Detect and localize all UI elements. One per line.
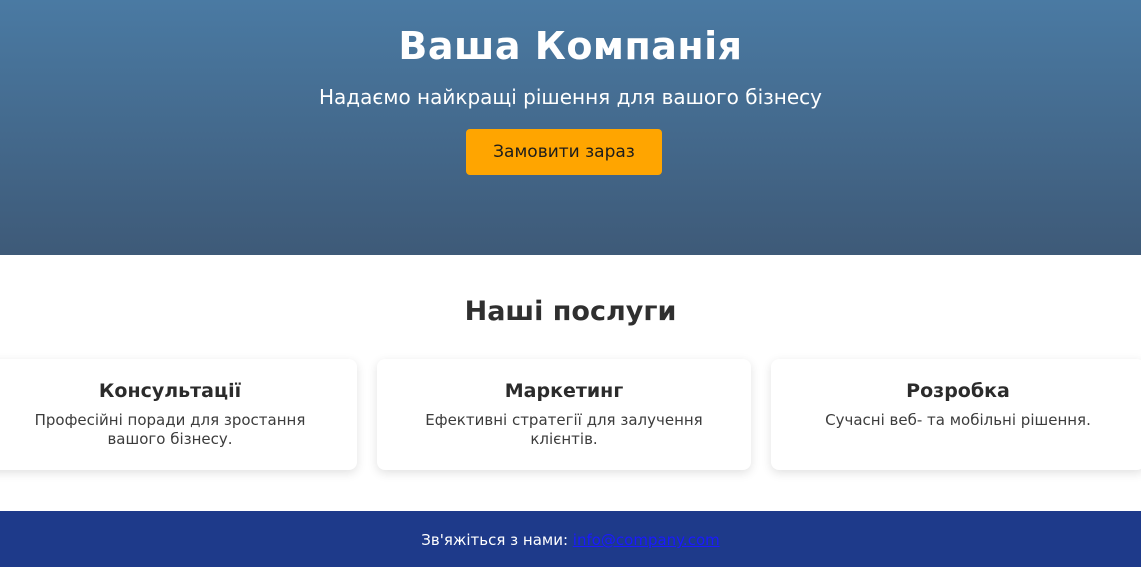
service-card-development: Розробка Сучасні веб- та мобільні рішенн… [771,359,1141,470]
footer: Зв'яжіться з нами: info@company.com [0,511,1141,567]
order-now-button[interactable]: Замовити зараз [466,129,662,175]
service-card-description: Сучасні веб- та мобільні рішення. [825,411,1091,429]
service-card-title: Розробка [906,380,1010,402]
service-card-description: Ефективні стратегії для залучення клієнт… [425,411,703,448]
contact-email-link[interactable]: info@company.com [573,531,720,549]
service-card-description: Професійні поради для зростання вашого б… [34,411,306,448]
service-card-consulting: Консультації Професійні поради для зрост… [0,359,357,470]
hero-title: Ваша Компанія [398,24,743,68]
service-card-marketing: Маркетинг Ефективні стратегії для залуче… [377,359,751,470]
hero-subtitle: Надаємо найкращі рішення для вашого бізн… [319,85,822,109]
hero-section: Ваша Компанія Надаємо найкращі рішення д… [0,0,1141,255]
services-title: Наші послуги [464,296,677,327]
service-card-title: Консультації [98,380,242,402]
service-card-title: Маркетинг [504,380,624,402]
contact-label: Зв'яжіться з нами: [421,531,569,549]
